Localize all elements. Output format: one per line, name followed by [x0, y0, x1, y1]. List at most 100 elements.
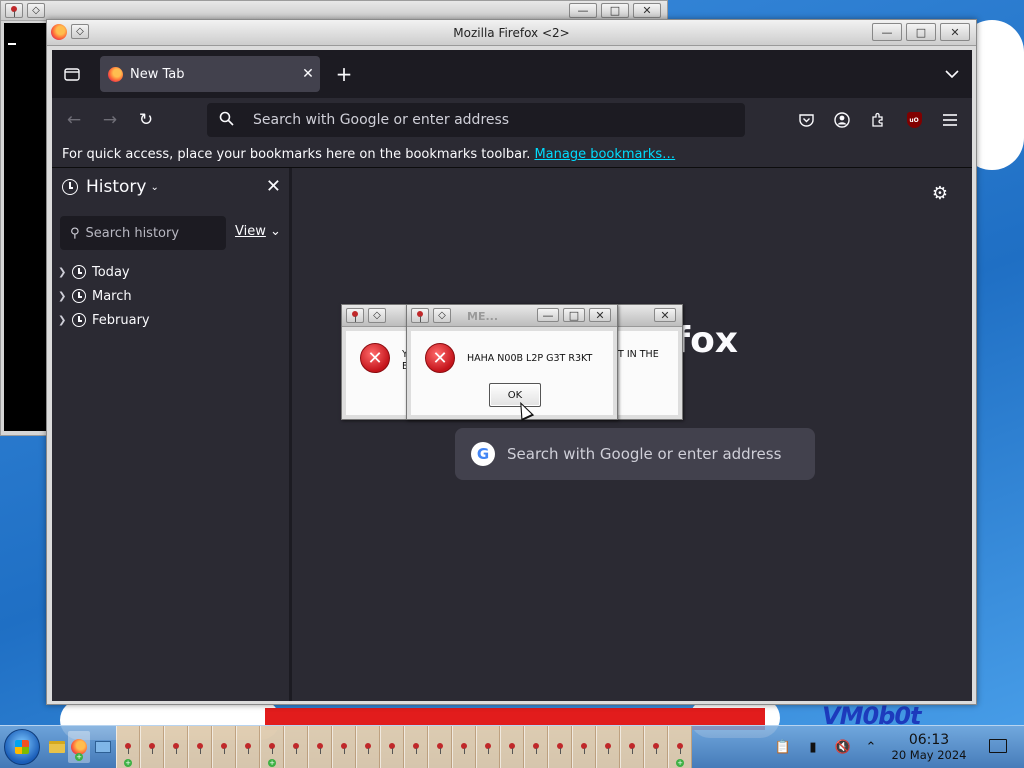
menu-hamburger-icon[interactable]: [936, 107, 964, 133]
taskbar-window-button[interactable]: [404, 726, 428, 768]
view-label: View: [235, 224, 266, 239]
url-input[interactable]: [253, 112, 713, 128]
volume-muted-icon[interactable]: 🔇: [834, 738, 852, 756]
close-button[interactable]: ✕: [589, 308, 611, 322]
dialog-message: HAHA N00B L2P G3T R3KT: [467, 353, 593, 364]
window-sticky-icon[interactable]: ◇: [433, 308, 451, 323]
window-sticky-icon[interactable]: ◇: [368, 308, 386, 323]
history-search-field[interactable]: ⚲: [60, 216, 226, 250]
folder-icon: [49, 741, 65, 753]
clipboard-icon[interactable]: 📋: [774, 738, 792, 756]
minimize-button[interactable]: —: [537, 308, 559, 322]
history-group-today[interactable]: ❯ Today: [58, 260, 150, 284]
newtab-search-box[interactable]: G: [455, 428, 815, 480]
pin-icon: [413, 742, 419, 754]
chevron-down-icon: ⌄: [265, 224, 281, 239]
gear-icon[interactable]: ⚙: [932, 183, 948, 204]
dialog-body: ✕ HAHA N00B L2P G3T R3KT OK: [411, 331, 613, 415]
forward-button[interactable]: →: [96, 107, 124, 133]
terminal-area[interactable]: [4, 23, 46, 431]
chevron-down-icon[interactable]: [940, 62, 964, 86]
taskbar-window-button[interactable]: [140, 726, 164, 768]
url-bar[interactable]: [207, 103, 745, 137]
maximize-button[interactable]: □: [601, 3, 629, 18]
pocket-icon[interactable]: [792, 107, 820, 133]
taskbar-window-button[interactable]: [212, 726, 236, 768]
window-menu-icon[interactable]: [346, 308, 364, 323]
newtab-search-input[interactable]: [507, 445, 807, 463]
tab-close-icon[interactable]: ✕: [296, 66, 320, 82]
taskbar-window-button[interactable]: [164, 726, 188, 768]
background-window-titlebar[interactable]: ◇ — □ ✕: [1, 1, 667, 21]
taskbar-window-button[interactable]: [596, 726, 620, 768]
taskbar-window-button[interactable]: [188, 726, 212, 768]
taskbar-window-button[interactable]: +: [260, 726, 284, 768]
start-button[interactable]: [4, 729, 40, 765]
taskbar-window-button[interactable]: [524, 726, 548, 768]
chevron-up-icon[interactable]: ⌃: [862, 738, 880, 756]
taskbar-window-button[interactable]: [308, 726, 332, 768]
taskbar-window-button[interactable]: +: [116, 726, 140, 768]
taskbar-window-button[interactable]: [332, 726, 356, 768]
taskbar-clock[interactable]: 06:13 20 May 2024: [884, 732, 974, 762]
dialog-titlebar[interactable]: ◇ ME... — □ ✕: [407, 305, 617, 327]
history-group-february[interactable]: ❯ February: [58, 308, 150, 332]
plus-icon: +: [268, 759, 276, 767]
taskbar-window-button[interactable]: [620, 726, 644, 768]
show-desktop-button[interactable]: [989, 739, 1007, 753]
account-icon[interactable]: [828, 107, 856, 133]
view-menu-button[interactable]: View ⌄: [235, 224, 281, 239]
firefox-view-button[interactable]: [60, 62, 84, 86]
taskbar-window-button[interactable]: [356, 726, 380, 768]
taskbar-file-manager[interactable]: [46, 731, 68, 763]
taskbar-window-button[interactable]: [236, 726, 260, 768]
error-dialog-front[interactable]: ◇ ME... — □ ✕ ✕ HAHA N00B L2P G3T R3KT O…: [406, 304, 618, 420]
sidebar-title[interactable]: History: [86, 177, 146, 197]
taskbar-window-button[interactable]: +: [668, 726, 692, 768]
minimize-button[interactable]: —: [872, 23, 902, 41]
close-button[interactable]: ✕: [940, 23, 970, 41]
window-sticky-icon[interactable]: ◇: [27, 3, 45, 18]
sidebar-close-icon[interactable]: ✕: [266, 176, 281, 197]
maximize-button[interactable]: □: [906, 23, 936, 41]
close-button[interactable]: ✕: [654, 308, 676, 322]
maximize-button[interactable]: □: [563, 308, 585, 322]
chevron-right-icon[interactable]: ❯: [58, 315, 70, 326]
history-search-input[interactable]: [85, 225, 216, 241]
taskbar-window-button[interactable]: [380, 726, 404, 768]
minimize-button[interactable]: —: [569, 3, 597, 18]
history-clock-icon: [72, 289, 86, 303]
chevron-right-icon[interactable]: ❯: [58, 267, 70, 278]
new-tab-button[interactable]: +: [330, 60, 358, 88]
firefox-titlebar[interactable]: ◇ Mozilla Firefox <2> — □ ✕: [47, 20, 976, 46]
sidebar-header[interactable]: History ⌄ ✕: [52, 168, 289, 206]
window-menu-icon[interactable]: [5, 3, 23, 18]
taskbar-window-button[interactable]: [644, 726, 668, 768]
window-menu-icon[interactable]: [411, 308, 429, 323]
pin-icon: [245, 742, 251, 754]
manage-bookmarks-link[interactable]: Manage bookmarks…: [534, 147, 675, 162]
pin-icon: [629, 742, 635, 754]
taskbar-display-settings[interactable]: [92, 731, 114, 763]
taskbar-window-button[interactable]: [572, 726, 596, 768]
extensions-icon[interactable]: [864, 107, 892, 133]
search-icon: [219, 111, 239, 130]
taskbar-firefox[interactable]: +: [68, 731, 90, 763]
ublock-origin-icon[interactable]: uO: [900, 107, 928, 133]
taskbar-window-button[interactable]: [548, 726, 572, 768]
history-group-march[interactable]: ❯ March: [58, 284, 150, 308]
taskbar-window-button[interactable]: [476, 726, 500, 768]
plus-icon: +: [75, 753, 83, 761]
close-button[interactable]: ✕: [633, 3, 661, 18]
taskbar-window-button[interactable]: [452, 726, 476, 768]
battery-icon[interactable]: ▮: [804, 738, 822, 756]
taskbar-window-button[interactable]: [284, 726, 308, 768]
taskbar-window-button[interactable]: [500, 726, 524, 768]
taskbar-window-button[interactable]: [428, 726, 452, 768]
tab-new-tab[interactable]: New Tab ✕: [100, 56, 320, 92]
reload-button[interactable]: ↻: [132, 107, 160, 133]
pin-icon: [509, 742, 515, 754]
back-button[interactable]: ←: [60, 107, 88, 133]
chevron-down-icon[interactable]: ⌄: [150, 182, 158, 193]
chevron-right-icon[interactable]: ❯: [58, 291, 70, 302]
